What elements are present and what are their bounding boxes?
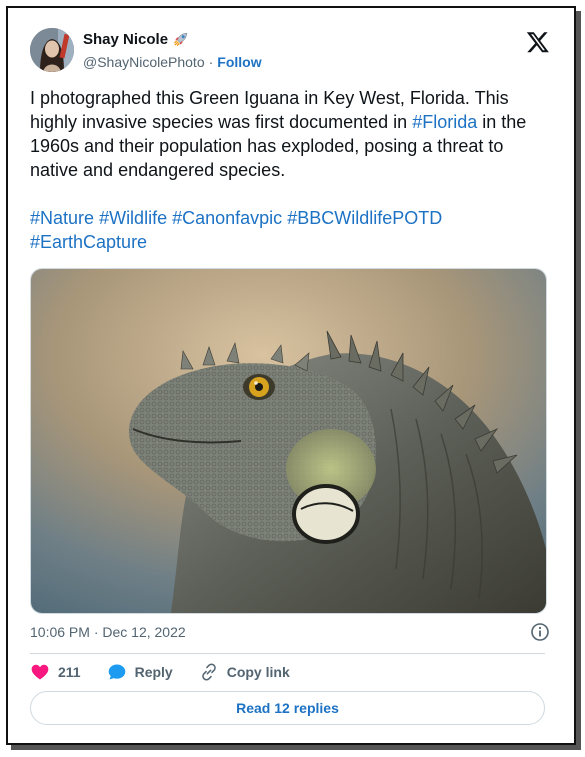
copy-link-button[interactable]: Copy link [199, 662, 290, 682]
tweet-timestamp[interactable]: 10:06 PM · Dec 12, 2022 [30, 624, 186, 640]
author-name[interactable]: Shay Nicole [83, 30, 190, 48]
tweet-card: Shay Nicole @ShayNicolePhoto · Follow I … [16, 16, 564, 734]
hashtag-bbcwildlifepotd[interactable]: #BBCWildlifePOTD [287, 208, 442, 228]
hashtag-nature[interactable]: #Nature [30, 208, 94, 228]
copy-link-label: Copy link [226, 664, 290, 680]
like-button[interactable]: 211 [30, 662, 81, 682]
follow-button[interactable]: Follow [217, 54, 261, 70]
hashtag-earthcapture[interactable]: #EarthCapture [30, 232, 147, 252]
handle-row: @ShayNicolePhoto · Follow [83, 54, 262, 70]
rocket-icon [174, 32, 188, 46]
divider [30, 653, 545, 654]
tweet-photo[interactable] [30, 268, 547, 614]
tweet-body: I photographed this Green Iguana in Key … [30, 86, 550, 182]
hashtag-canonfavpic[interactable]: #Canonfavpic [172, 208, 282, 228]
hashtag-list: #Nature #Wildlife #Canonfavpic #BBCWildl… [30, 206, 550, 254]
x-logo-icon[interactable] [526, 30, 550, 54]
read-replies-button[interactable]: Read 12 replies [30, 691, 545, 725]
tweet-text: I photographed this Green Iguana in Key … [30, 86, 550, 254]
hashtag-florida[interactable]: #Florida [412, 112, 477, 132]
author-handle[interactable]: @ShayNicolePhoto [83, 54, 205, 70]
heart-icon [31, 664, 49, 680]
embed-frame: Shay Nicole @ShayNicolePhoto · Follow I … [6, 6, 576, 745]
avatar[interactable] [30, 28, 74, 72]
author-name-text: Shay Nicole [83, 30, 169, 48]
reply-button[interactable]: Reply [107, 662, 173, 682]
link-icon [201, 663, 216, 681]
reply-label: Reply [134, 664, 173, 680]
hashtag-wildlife[interactable]: #Wildlife [99, 208, 167, 228]
info-icon[interactable] [530, 622, 550, 642]
avatar-image [30, 28, 74, 72]
reply-bubble-icon [108, 664, 125, 680]
iguana-photo [31, 269, 546, 613]
action-bar: 211 Reply Copy link [30, 662, 316, 682]
like-count: 211 [58, 664, 81, 680]
handle-separator: · [208, 54, 214, 70]
